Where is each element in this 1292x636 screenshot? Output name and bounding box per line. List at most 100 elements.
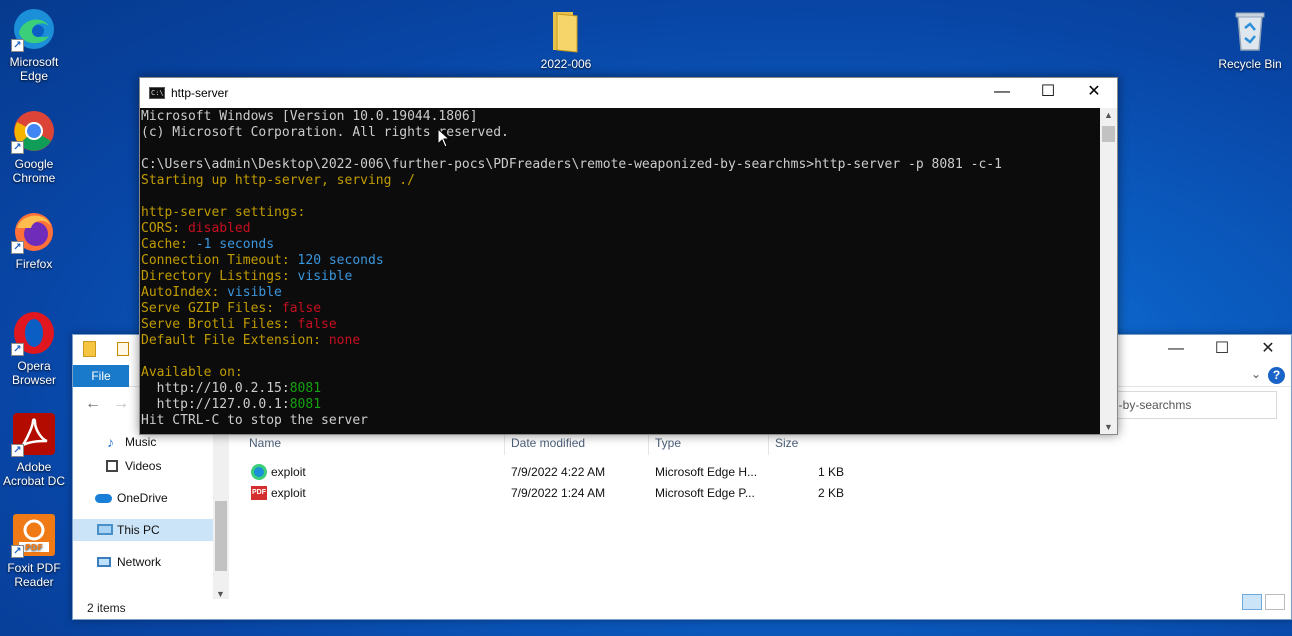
details-view-button[interactable] [1242,594,1262,610]
nav-pane-scrollbar[interactable]: ▼ [213,423,229,599]
scrollbar-thumb[interactable] [1102,126,1115,142]
forward-arrow-icon[interactable]: → [113,395,129,413]
console-line: Serve GZIP Files: false [141,301,1101,317]
console-app-icon: C:\ [149,87,165,99]
file-tab[interactable]: File [73,365,129,387]
chevron-down-icon[interactable]: ▼ [216,589,225,599]
console-output[interactable]: Microsoft Windows [Version 10.0.19044.18… [141,109,1101,433]
console-line: Default File Extension: none [141,333,1101,349]
console-line: C:\Users\admin\Desktop\2022-006\further-… [141,157,1101,173]
console-text: Available on: [141,365,243,380]
desktop-icon-label: Recycle Bin [1218,57,1282,71]
desktop-icon-folder[interactable]: 2022-006 [532,8,600,71]
large-icons-view-button[interactable] [1265,594,1285,610]
file-type: Microsoft Edge H... [655,465,758,479]
chevron-up-icon[interactable]: ▲ [1104,110,1113,120]
file-type: Microsoft Edge P... [655,486,755,500]
desktop-icon-acrobat[interactable]: ↗ Adobe Acrobat DC [0,411,68,488]
minimize-button[interactable]: — [1153,335,1199,365]
svg-text:PDF: PDF [25,543,43,552]
scrollbar-thumb[interactable] [215,501,227,571]
desktop-icon-edge[interactable]: ↗ Microsoft Edge [0,6,68,83]
console-text: visible [227,285,282,300]
maximize-button[interactable]: ☐ [1025,78,1071,108]
console-text: Serve Brotli Files: [141,317,298,332]
folder-icon [83,341,96,357]
status-bar-item-count: 2 items [87,601,126,615]
chevron-down-icon[interactable]: ▼ [1104,422,1113,432]
opera-icon: ↗ [11,310,57,356]
console-line: Serve Brotli Files: false [141,317,1101,333]
console-text: C:\Users\admin\Desktop\2022-006\further-… [141,157,1002,172]
file-size: 1 KB [818,465,845,479]
console-scrollbar[interactable]: ▲ ▼ [1100,108,1117,434]
console-line: Connection Timeout: 120 seconds [141,253,1101,269]
search-input[interactable]: d-by-searchms [1107,391,1277,419]
desktop-icon-firefox[interactable]: ↗ Firefox [0,208,68,271]
file-name: exploit [271,465,306,479]
desktop-icon-label: Microsoft Edge [9,55,59,83]
desktop-icon-opera[interactable]: ↗ Opera Browser [0,310,68,387]
console-text: Cache: [141,237,196,252]
nav-item-onedrive[interactable]: OneDrive [73,487,213,509]
pdf-file-icon: PDF [251,486,267,500]
desktop-icon-foxit[interactable]: PDF ↗ Foxit PDF Reader [0,512,68,589]
desktop-icon-recycle-bin[interactable]: Recycle Bin [1216,8,1284,71]
desktop-icon-label: Google Chrome [12,157,56,185]
close-button[interactable]: ✕ [1071,78,1117,108]
console-line: Hit CTRL-C to stop the server [141,413,1101,429]
console-titlebar[interactable]: C:\ http-server — ☐ ✕ [140,78,1117,108]
console-window[interactable]: C:\ http-server — ☐ ✕ Microsoft Windows … [139,77,1118,435]
nav-item-label: This PC [117,523,160,537]
console-line: CORS: disabled [141,221,1101,237]
nav-item-videos[interactable]: Videos [73,455,213,477]
navigation-pane: ♪ Music Videos OneDrive This PC Network [73,423,229,597]
console-line: Directory Listings: visible [141,269,1101,285]
table-row[interactable]: exploit 7/9/2022 4:22 AM Microsoft Edge … [243,461,853,483]
console-line: http://127.0.0.1:8081 [141,397,1101,413]
nav-item-this-pc[interactable]: This PC [73,519,213,541]
desktop-icon-chrome[interactable]: ↗ Google Chrome [0,108,68,185]
chrome-icon: ↗ [11,108,57,154]
console-text: Default File Extension: [141,333,329,348]
console-text: Connection Timeout: [141,253,298,268]
edge-icon: ↗ [11,6,57,52]
minimize-button[interactable]: — [979,78,1025,108]
console-line: AutoIndex: visible [141,285,1101,301]
console-text: 8081 [289,381,322,396]
console-text: Serve GZIP Files: [141,301,282,316]
file-date: 7/9/2022 4:22 AM [511,465,606,479]
maximize-button[interactable]: ☐ [1199,335,1245,365]
console-text: false [297,317,337,332]
nav-item-label: OneDrive [117,491,168,505]
console-line: http-server settings: [141,205,1101,221]
console-line: Starting up http-server, serving ./ [141,173,1101,189]
nav-item-network[interactable]: Network [73,551,213,573]
window-title: http-server [171,86,229,100]
close-button[interactable]: ✕ [1245,335,1291,365]
console-text: 120 seconds [297,253,384,268]
file-name: exploit [271,486,306,500]
help-button[interactable]: ? [1268,367,1285,384]
mouse-cursor-icon [437,128,451,148]
desktop-icon-label: Adobe Acrobat DC [2,460,66,488]
table-row[interactable]: PDF exploit 7/9/2022 1:24 AM Microsoft E… [243,482,853,504]
computer-icon [97,524,113,535]
chevron-down-icon[interactable]: ⌄ [1251,367,1261,381]
edge-file-icon [251,464,267,480]
console-line: (c) Microsoft Corporation. All rights re… [141,125,1101,141]
console-line: Microsoft Windows [Version 10.0.19044.18… [141,109,1101,125]
console-text: -1 seconds [195,237,275,252]
console-text: Microsoft Windows [Version 10.0.19044.18… [141,109,478,124]
properties-icon[interactable] [117,342,129,356]
console-text: (c) Microsoft Corporation. All rights re… [141,125,509,140]
console-text: http-server settings: [141,205,306,220]
console-text: http://127.0.0.1: [141,397,290,412]
console-text: none [328,333,361,348]
back-arrow-icon[interactable]: ← [85,395,101,413]
console-text: Directory Listings: [141,269,298,284]
console-line: http://10.0.2.15:8081 [141,381,1101,397]
console-text: AutoIndex: [141,285,228,300]
